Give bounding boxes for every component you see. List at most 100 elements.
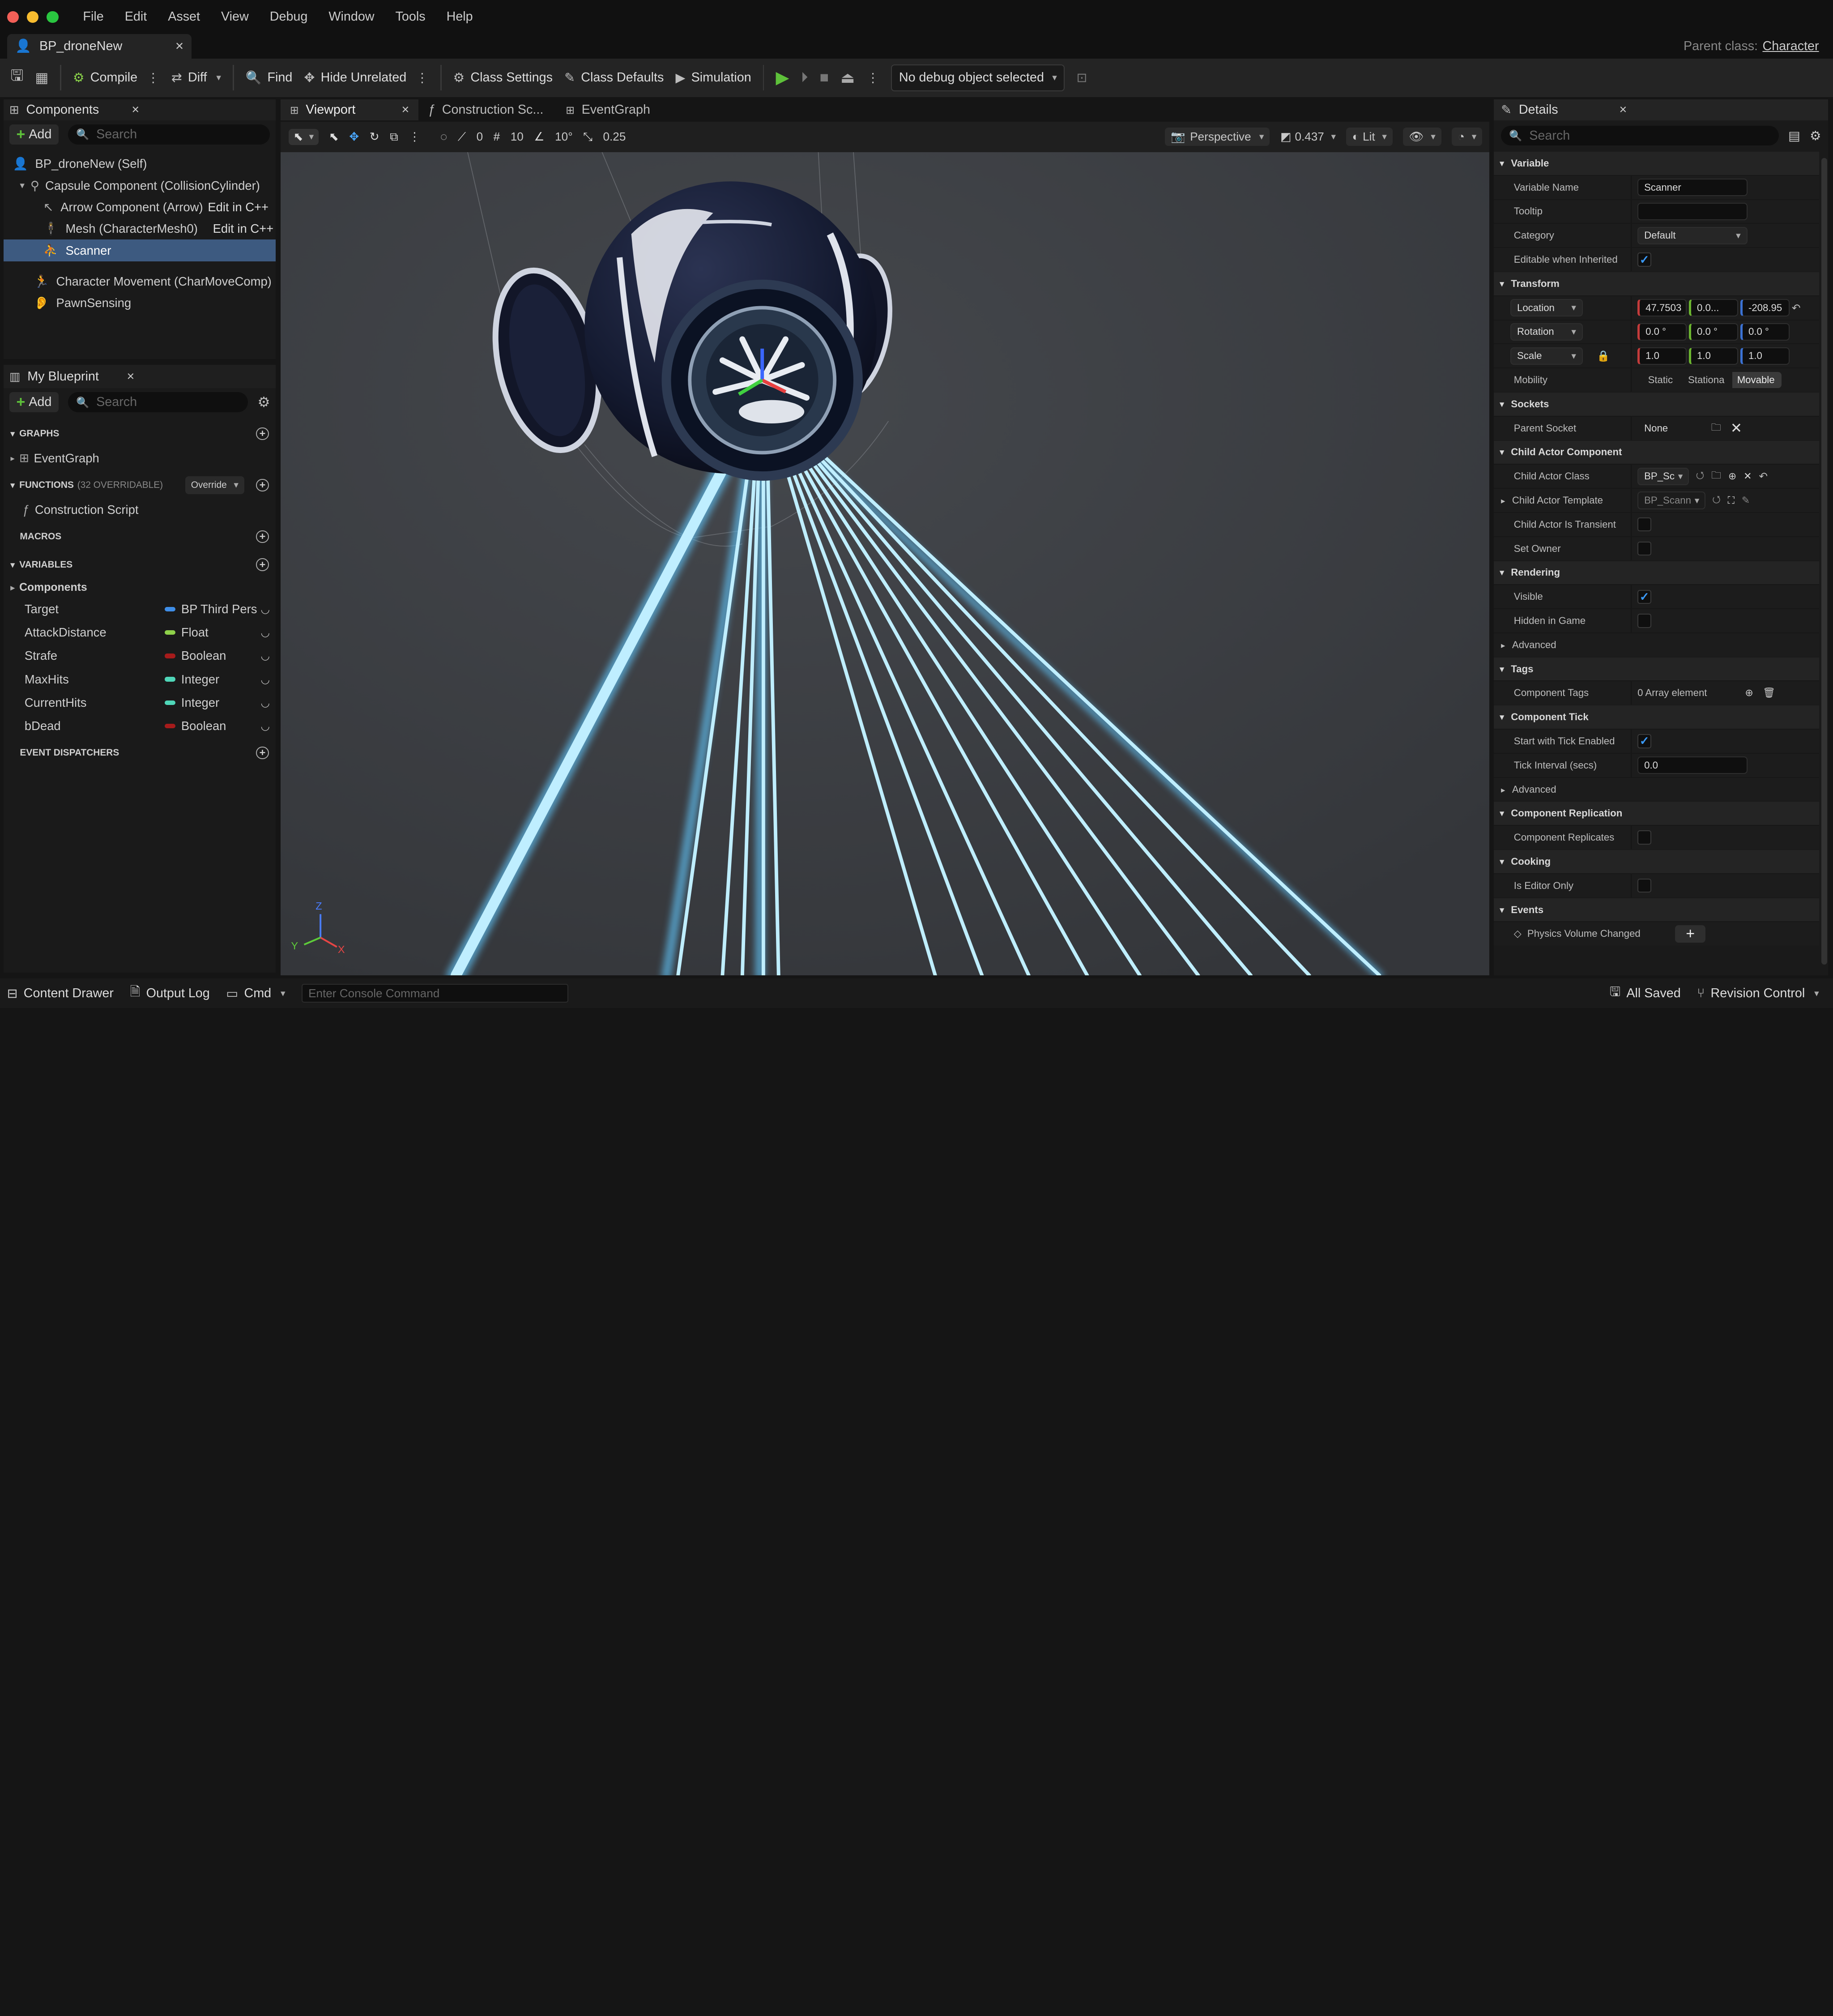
visibility-eye-icon[interactable]: ◡ [260, 696, 270, 709]
menu-view[interactable]: View [211, 9, 260, 24]
blueprint-search[interactable]: 🔍 Search [68, 392, 248, 412]
chevron-down-icon[interactable]: ▾ [20, 180, 24, 191]
visibility-eye-icon[interactable]: ◡ [260, 649, 270, 662]
section-events[interactable]: ▾ Events [1494, 897, 1819, 922]
table-view-icon[interactable]: ▤ [1788, 128, 1800, 144]
content-drawer-button[interactable]: ⊟ Content Drawer [7, 986, 114, 1001]
category-select[interactable]: Default ▾ [1637, 226, 1748, 244]
trash-icon[interactable]: 🗑 [1763, 687, 1775, 699]
menu-asset[interactable]: Asset [158, 9, 211, 24]
rotation-select[interactable]: Rotation ▾ [1510, 323, 1583, 341]
more-options-icon[interactable]: ⋮ [147, 70, 160, 85]
variable-row[interactable]: Target BP Third Pers ◡ [4, 598, 276, 621]
add-blueprint-item-button[interactable]: + Add [9, 392, 59, 412]
variable-row[interactable]: AttackDistance Float ◡ [4, 621, 276, 644]
compile-button[interactable]: ⚙ Compile ⋮ [73, 70, 160, 85]
close-icon[interactable]: × [1619, 103, 1627, 117]
edit-in-cpp-link[interactable]: Edit in C++ [208, 200, 269, 214]
scale-z-input[interactable]: 1.0 [1740, 347, 1790, 365]
reset-icon[interactable]: ↶ [1792, 302, 1801, 314]
child-actor-template-select[interactable]: BP_Scann ▾ [1637, 491, 1705, 509]
more-options-icon[interactable]: ⋮ [409, 130, 420, 144]
mobility-static[interactable]: Static [1637, 372, 1684, 389]
section-sockets[interactable]: ▾ Sockets [1494, 391, 1819, 416]
grid-snap-icon[interactable]: # [494, 130, 500, 144]
edit-in-cpp-link[interactable]: Edit in C++ [213, 222, 274, 236]
revision-control-button[interactable]: ⑂ Revision Control ▾ [1697, 986, 1819, 1001]
mobility-movable[interactable]: Movable [1732, 372, 1782, 389]
more-options-icon[interactable]: ⋮ [866, 70, 879, 85]
browse-icon[interactable]: 🗀 [1711, 468, 1721, 485]
close-window-button[interactable] [7, 11, 19, 23]
location-select[interactable]: Location ▾ [1510, 299, 1583, 317]
prop-rendering-advanced[interactable]: ▸ Advanced [1494, 632, 1819, 657]
parent-class-link[interactable]: Character [1762, 39, 1819, 54]
use-selected-icon[interactable]: ⭯ [1712, 492, 1721, 509]
construction-script-item[interactable]: ƒ Construction Script [4, 498, 276, 521]
close-tab-icon[interactable]: × [175, 38, 183, 54]
settings-button[interactable]: ◔ ▾ [1452, 127, 1483, 146]
location-x-input[interactable]: 47.7503 [1637, 299, 1687, 317]
macros-category[interactable]: MACROS + [3, 524, 276, 550]
add-event-button[interactable]: + [1675, 925, 1706, 943]
document-tab[interactable]: 👤 BP_droneNew × [7, 34, 192, 59]
tab-event-graph[interactable]: ⊞ EventGraph [556, 99, 659, 120]
scale-snap-icon[interactable]: ⤡ [583, 130, 593, 144]
viewport-canvas[interactable]: Z X Y [280, 152, 1489, 975]
maximize-window-button[interactable] [47, 11, 59, 23]
all-saved-indicator[interactable]: 🖫 All Saved [1610, 982, 1681, 1004]
close-icon[interactable]: × [132, 103, 139, 117]
variable-row[interactable]: bDead Boolean ◡ [4, 714, 276, 738]
select-icon[interactable]: ⬉ [329, 130, 339, 144]
scale-snap-value[interactable]: 0.25 [603, 130, 626, 144]
add-component-button[interactable]: + Add [9, 124, 59, 145]
translate-icon[interactable]: ✥ [349, 130, 359, 144]
override-select[interactable]: Override ▾ [185, 476, 244, 494]
simulation-button[interactable]: ▶ Simulation [675, 70, 751, 85]
tree-item-movement[interactable]: 🏃 Character Movement (CharMoveComp) [4, 271, 276, 292]
add-variable-icon[interactable]: + [256, 558, 269, 571]
debug-filter-icon[interactable]: ⊡ [1077, 70, 1087, 85]
select-mode-button[interactable]: ⬉ ▾ [289, 128, 319, 145]
tree-item-arrow[interactable]: ↖ Arrow Component (Arrow) Edit in C++ [4, 196, 276, 218]
parent-socket-field[interactable]: None [1637, 419, 1702, 437]
focus-icon[interactable]: ⛶ [1728, 495, 1735, 506]
add-macro-icon[interactable]: + [256, 530, 269, 543]
use-selected-icon[interactable]: ⭯ [1696, 468, 1705, 485]
add-circle-icon[interactable]: ⊕ [1728, 470, 1737, 482]
chevron-right-icon[interactable]: ▸ [1501, 496, 1505, 505]
class-defaults-button[interactable]: ✎ Class Defaults [564, 70, 664, 85]
browse-icon[interactable]: ▦ [35, 70, 49, 86]
rotation-x-input[interactable]: 0.0 ° [1637, 323, 1687, 341]
variable-row[interactable]: MaxHits Integer ◡ [4, 667, 276, 691]
section-child-actor[interactable]: ▾ Child Actor Component [1494, 440, 1819, 464]
fov-button[interactable]: ◩ 0.437 ▾ [1280, 130, 1336, 144]
show-button[interactable]: 👁 ▾ [1403, 127, 1441, 146]
debug-object-select[interactable]: No debug object selected ▾ [891, 64, 1065, 91]
tree-item-self[interactable]: 👤 BP_droneNew (Self) [4, 153, 276, 175]
step-icon[interactable]: ⏵ [801, 69, 808, 86]
lit-button[interactable]: ◐ Lit ▾ [1346, 127, 1393, 146]
graphs-category[interactable]: ▾ GRAPHS + [3, 421, 276, 447]
gear-icon[interactable]: ⚙ [257, 394, 270, 410]
scale-x-input[interactable]: 1.0 [1637, 347, 1687, 365]
rotation-y-input[interactable]: 0.0 ° [1688, 323, 1738, 341]
visibility-eye-icon[interactable]: ◡ [260, 626, 270, 639]
menu-debug[interactable]: Debug [259, 9, 318, 24]
details-scrollbar[interactable] [1821, 158, 1827, 965]
rotate-icon[interactable]: ↻ [370, 130, 379, 144]
menu-file[interactable]: File [72, 9, 114, 24]
picker-icon[interactable]: ✎ [1742, 495, 1750, 506]
scale-y-input[interactable]: 1.0 [1688, 347, 1738, 365]
hidden-in-game-checkbox[interactable] [1637, 614, 1652, 628]
details-search[interactable]: 🔍 Search [1501, 125, 1779, 146]
gear-icon[interactable]: ⚙ [1810, 128, 1821, 144]
close-icon[interactable]: × [401, 103, 409, 117]
tab-viewport[interactable]: ⊞ Viewport × [280, 99, 419, 121]
variable-row[interactable]: CurrentHits Integer ◡ [4, 691, 276, 714]
add-graph-icon[interactable]: + [256, 427, 269, 440]
cmd-button[interactable]: ▭ Cmd ▾ [226, 986, 285, 1001]
mobility-stationary[interactable]: Stationa [1683, 372, 1733, 389]
child-actor-class-select[interactable]: BP_Sc ▾ [1637, 467, 1689, 485]
visible-checkbox[interactable]: ✓ [1637, 589, 1652, 604]
